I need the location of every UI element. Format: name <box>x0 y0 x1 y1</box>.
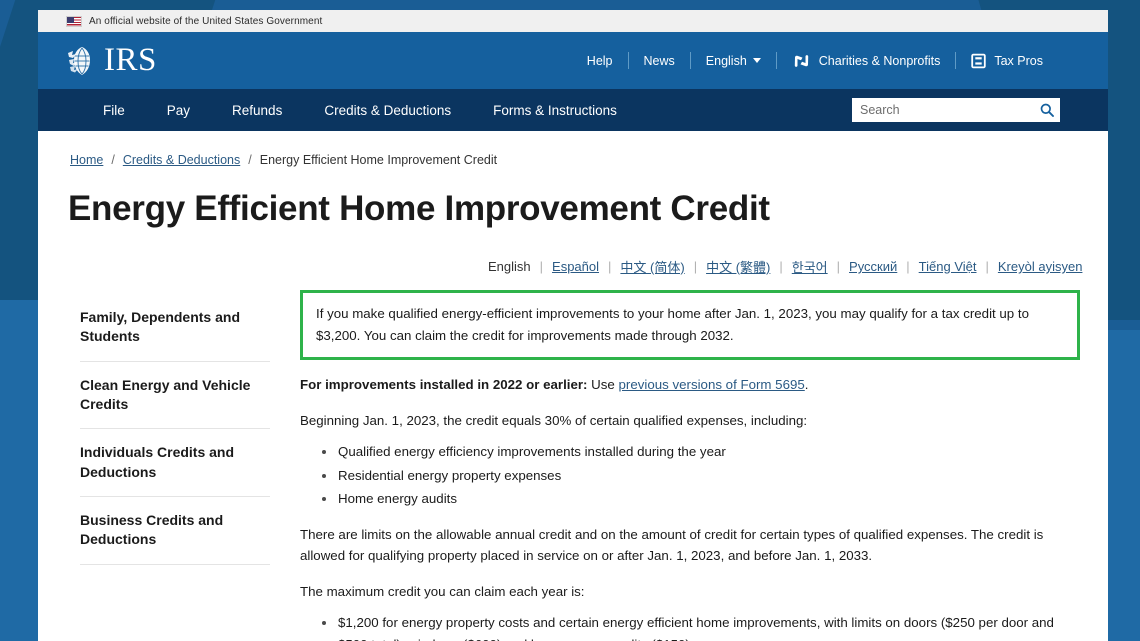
content-area: Home / Credits & Deductions / Energy Eff… <box>38 131 1108 641</box>
main-nav-items: File Pay Refunds Credits & Deductions Fo… <box>82 103 638 118</box>
sidebar-item-family-dependents-students[interactable]: Family, Dependents and Students <box>80 304 270 362</box>
masthead: IRS Help News English Charities & Nonpro… <box>38 32 1108 89</box>
nav-item-credits-deductions[interactable]: Credits & Deductions <box>303 103 472 118</box>
utility-nav: Help News English Charities & Nonprofits <box>572 52 1058 69</box>
book-icon <box>971 53 987 68</box>
util-link-charities[interactable]: Charities & Nonprofits <box>777 53 956 69</box>
util-link-news[interactable]: News <box>629 54 690 68</box>
main-nav: File Pay Refunds Credits & Deductions Fo… <box>38 89 1108 131</box>
breadcrumb-separator: / <box>111 153 115 167</box>
list-item: Qualified energy efficiency improvements… <box>322 441 1080 463</box>
irs-logo-link[interactable]: IRS <box>66 44 157 78</box>
irs-seal-icon <box>68 46 90 75</box>
list-item: $1,200 for energy property costs and cer… <box>322 612 1080 641</box>
list-item: Home energy audits <box>322 488 1080 510</box>
breadcrumb-home[interactable]: Home <box>70 153 103 167</box>
search-input[interactable] <box>852 98 1034 122</box>
breadcrumb-credits-deductions[interactable]: Credits & Deductions <box>123 153 240 167</box>
language-current: English <box>488 259 531 274</box>
util-link-charities-label: Charities & Nonprofits <box>818 53 941 68</box>
util-link-news-label: News <box>643 53 675 68</box>
paragraph-beginning-2023: Beginning Jan. 1, 2023, the credit equal… <box>300 412 808 428</box>
highlight-callout: If you make qualified energy-efficient i… <box>300 290 1080 361</box>
language-selector[interactable]: English <box>691 54 776 68</box>
util-link-tax-pros-label: Tax Pros <box>994 53 1043 68</box>
paragraph-maximum-credit: The maximum credit you can claim each ye… <box>300 583 585 599</box>
language-option-haitian-creole[interactable]: Kreyòl ayisyen <box>989 259 1092 274</box>
gov-banner: An official website of the United States… <box>38 10 1108 32</box>
breadcrumb-current: Energy Efficient Home Improvement Credit <box>259 153 498 167</box>
search-box <box>852 98 1060 122</box>
paragraph-limits: There are limits on the allowable annual… <box>300 526 1044 564</box>
paragraph-prior-years-text-before: Use <box>587 377 619 393</box>
language-selector-label: English <box>705 53 747 68</box>
page-title: Energy Efficient Home Improvement Credit <box>68 189 770 228</box>
paragraph-prior-years: For improvements installed in 2022 or ea… <box>300 374 1080 396</box>
nav-item-refunds[interactable]: Refunds <box>211 103 303 118</box>
qualified-expenses-list: Qualified energy efficiency improvements… <box>300 441 1080 510</box>
util-link-tax-pros[interactable]: Tax Pros <box>956 53 1058 69</box>
body-columns: Family, Dependents and Students Clean En… <box>38 290 1108 641</box>
paragraph-prior-years-lead: For improvements installed in 2022 or ea… <box>300 377 588 393</box>
page-frame: An official website of the United States… <box>38 10 1108 641</box>
charities-icon <box>794 54 808 67</box>
breadcrumb-separator: / <box>248 153 252 167</box>
util-link-help[interactable]: Help <box>572 54 628 68</box>
irs-wordmark: IRS <box>104 42 157 78</box>
language-option-chinese-traditional[interactable]: 中文 (繁體) <box>697 257 779 276</box>
language-option-russian[interactable]: Русский <box>840 259 906 274</box>
list-item: Residential energy property expenses <box>322 465 1080 487</box>
gov-banner-text: An official website of the United States… <box>89 15 323 27</box>
maximum-credits-list: $1,200 for energy property costs and cer… <box>300 612 1080 641</box>
search-button[interactable] <box>1034 98 1060 122</box>
search-icon <box>1040 103 1054 117</box>
language-option-chinese-simplified[interactable]: 中文 (简体) <box>611 257 693 276</box>
sidebar-item-individuals-credits-deductions[interactable]: Individuals Credits and Deductions <box>80 429 270 497</box>
main-content: If you make qualified energy-efficient i… <box>270 290 1108 641</box>
us-flag-icon <box>66 15 82 27</box>
link-previous-versions-form-5695[interactable]: previous versions of Form 5695 <box>619 377 805 392</box>
chevron-down-icon <box>752 58 761 63</box>
sidebar-item-business-credits-deductions[interactable]: Business Credits and Deductions <box>80 497 270 565</box>
language-bar: English | Español | 中文 (简体) | 中文 (繁體) | … <box>38 257 1108 276</box>
nav-item-forms-instructions[interactable]: Forms & Instructions <box>472 103 638 118</box>
sidebar-item-clean-energy-vehicle-credits[interactable]: Clean Energy and Vehicle Credits <box>80 362 270 430</box>
paragraph-prior-years-text-after: . <box>804 377 809 393</box>
nav-item-file[interactable]: File <box>82 103 146 118</box>
language-option-korean[interactable]: 한국어 <box>783 257 837 276</box>
language-option-vietnamese[interactable]: Tiếng Việt <box>910 259 986 274</box>
language-option-espanol[interactable]: Español <box>543 259 608 274</box>
util-link-help-label: Help <box>586 53 613 68</box>
nav-item-pay[interactable]: Pay <box>146 103 211 118</box>
sidebar-nav: Family, Dependents and Students Clean En… <box>38 290 270 641</box>
breadcrumb: Home / Credits & Deductions / Energy Eff… <box>38 131 1108 167</box>
